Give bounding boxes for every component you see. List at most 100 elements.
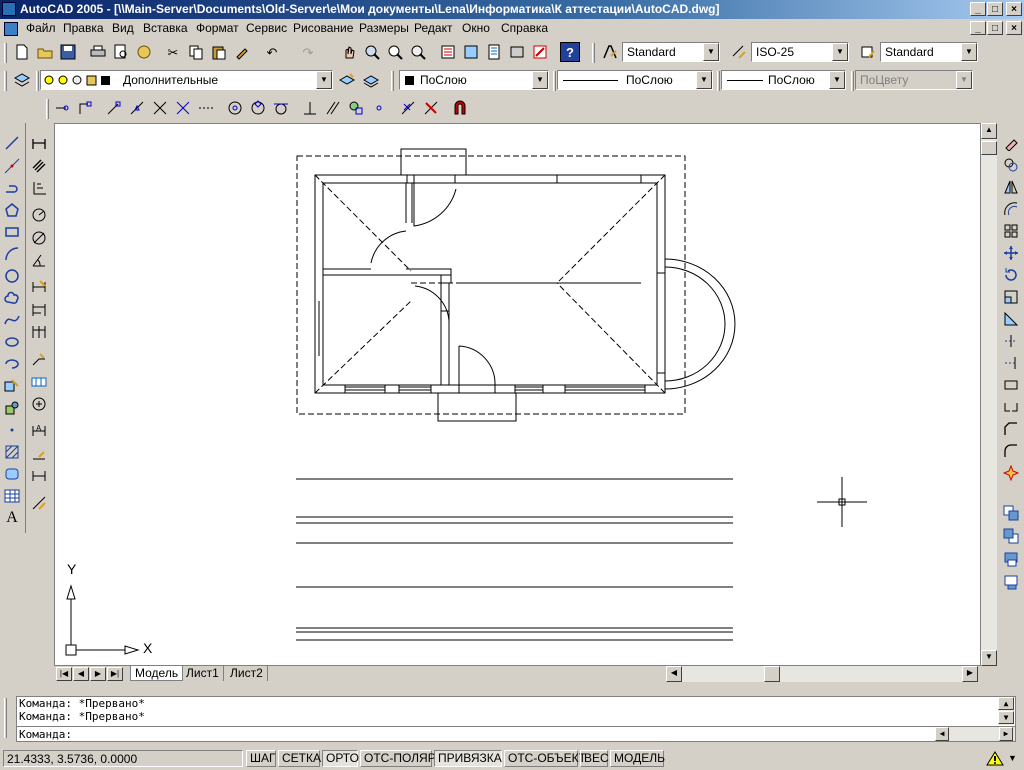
point-icon[interactable] (2, 420, 22, 440)
status-toggle-button[interactable]: ПРИВЯЗКА (434, 750, 502, 767)
layer-manager-icon[interactable] (12, 70, 32, 90)
construction-line-icon[interactable] (2, 156, 22, 176)
revision-cloud-icon[interactable] (2, 288, 22, 308)
status-toggle-button[interactable]: ОТС-ПОЛЯР (360, 750, 436, 767)
copy-icon[interactable] (186, 42, 206, 62)
stretch-icon[interactable] (1001, 309, 1021, 329)
ellipse-arc-icon[interactable] (2, 354, 22, 374)
multiline-text-icon[interactable]: A (2, 508, 22, 528)
command-scroll-up-icon[interactable]: ▲ (998, 697, 1014, 710)
snap-midpoint-icon[interactable] (127, 98, 147, 118)
match-properties-icon[interactable] (232, 42, 252, 62)
ordinate-dimension-icon[interactable] (29, 178, 49, 198)
make-block-icon[interactable] (2, 398, 22, 418)
menu-tools[interactable]: Сервис (246, 21, 287, 35)
document-icon[interactable] (4, 22, 18, 36)
scroll-down-icon[interactable]: ▼ (981, 650, 997, 666)
linetype-select[interactable]: ПоСлою ▼ (557, 70, 713, 90)
text-style-icon[interactable] (600, 42, 620, 62)
design-center-icon[interactable] (461, 42, 481, 62)
command-scrollbar[interactable]: ▲ ▼ (998, 697, 1014, 725)
mirror-icon[interactable] (1001, 177, 1021, 197)
snap-center-icon[interactable] (225, 98, 245, 118)
status-toggle-button[interactable]: СЕТКА (278, 750, 321, 767)
dimension-text-edit-icon[interactable] (29, 444, 49, 464)
status-toggle-button[interactable]: ОТС-ОБЪЕКТ (504, 750, 586, 767)
extend-icon[interactable] (1001, 353, 1021, 373)
horizontal-scrollbar[interactable]: ◀ ▶ (666, 666, 978, 682)
vertical-scrollbar[interactable]: ▲ ▼ (981, 123, 997, 666)
pan-icon[interactable] (339, 42, 359, 62)
tool-palettes-icon[interactable] (484, 42, 504, 62)
quick-dimension-icon[interactable] (29, 277, 49, 297)
circle-icon[interactable] (2, 266, 22, 286)
scroll-left-icon[interactable]: ◀ (666, 666, 682, 682)
spline-icon[interactable] (2, 310, 22, 330)
rotate-icon[interactable] (1001, 265, 1021, 285)
menu-view[interactable]: Вид (112, 21, 134, 35)
plot-preview-icon[interactable] (111, 42, 131, 62)
fillet-icon[interactable] (1001, 441, 1021, 461)
tab-layout2[interactable]: Лист2 (226, 666, 268, 681)
snap-node-icon[interactable] (369, 98, 389, 118)
snap-quadrant-icon[interactable] (248, 98, 268, 118)
status-toggle-button[interactable]: ВЕС (580, 750, 609, 767)
continue-dimension-icon[interactable] (29, 322, 49, 342)
send-under-icon[interactable] (1001, 572, 1021, 592)
open-icon[interactable] (35, 42, 55, 62)
snap-extension-icon[interactable] (196, 98, 216, 118)
dimension-style-icon[interactable] (29, 493, 49, 513)
doc-close-button[interactable]: × (1006, 21, 1022, 35)
next-tab-icon[interactable]: ▶ (90, 667, 106, 681)
command-input[interactable] (83, 727, 933, 740)
horizontal-scroll-thumb[interactable] (764, 666, 780, 682)
doc-restore-button[interactable]: □ (987, 21, 1003, 35)
scroll-right-icon[interactable]: ▶ (962, 666, 978, 682)
insert-block-icon[interactable] (2, 376, 22, 396)
zoom-previous-icon[interactable] (408, 42, 428, 62)
arc-icon[interactable] (2, 244, 22, 264)
first-tab-icon[interactable]: |◀ (56, 667, 72, 681)
drawing-area[interactable]: Y X (54, 123, 981, 666)
zoom-window-icon[interactable] (385, 42, 405, 62)
linear-dimension-icon[interactable] (29, 133, 49, 153)
new-icon[interactable] (12, 42, 32, 62)
diameter-dimension-icon[interactable] (29, 228, 49, 248)
explode-icon[interactable] (1001, 463, 1021, 483)
hatch-icon[interactable] (2, 442, 22, 462)
table-style-icon[interactable] (858, 42, 878, 62)
print-icon[interactable] (88, 42, 108, 62)
bring-above-icon[interactable] (1001, 549, 1021, 569)
status-toggle-button[interactable]: МОДЕЛЬ (610, 750, 665, 767)
publish-icon[interactable] (134, 42, 154, 62)
trim-icon[interactable] (1001, 331, 1021, 351)
menu-dimension[interactable]: Размеры (359, 21, 409, 35)
dim-style-select[interactable]: ISO-25 ▼ (751, 42, 849, 62)
scale-icon[interactable] (1001, 287, 1021, 307)
zoom-realtime-icon[interactable] (362, 42, 382, 62)
quick-leader-icon[interactable] (29, 349, 49, 369)
send-to-back-icon[interactable] (1001, 526, 1021, 546)
cut-icon[interactable]: ✂ (163, 42, 183, 62)
menu-insert[interactable]: Вставка (143, 21, 188, 35)
communication-center-icon[interactable] (985, 750, 1005, 767)
table-style-select[interactable]: Standard ▼ (880, 42, 978, 62)
menu-window[interactable]: Окно (462, 21, 490, 35)
dim-style-icon[interactable] (729, 42, 749, 62)
snap-endpoint-icon[interactable] (104, 98, 124, 118)
line-icon[interactable] (2, 133, 22, 153)
help-icon[interactable]: ? (560, 42, 580, 62)
status-toggle-button[interactable]: ОРТО (322, 750, 359, 767)
snap-nearest-icon[interactable] (398, 98, 418, 118)
snap-apparent-intersection-icon[interactable] (173, 98, 193, 118)
close-button[interactable]: × (1006, 2, 1022, 16)
rectangle-icon[interactable] (2, 222, 22, 242)
table-icon[interactable] (2, 486, 22, 506)
lineweight-select[interactable]: ПоСлою ▼ (721, 70, 846, 90)
center-mark-icon[interactable] (29, 394, 49, 414)
menu-format[interactable]: Формат (196, 21, 239, 35)
angular-dimension-icon[interactable] (29, 250, 49, 270)
offset-icon[interactable] (1001, 199, 1021, 219)
command-hscrollbar[interactable]: ◀ ▶ (935, 727, 1015, 741)
snap-insert-icon[interactable] (346, 98, 366, 118)
